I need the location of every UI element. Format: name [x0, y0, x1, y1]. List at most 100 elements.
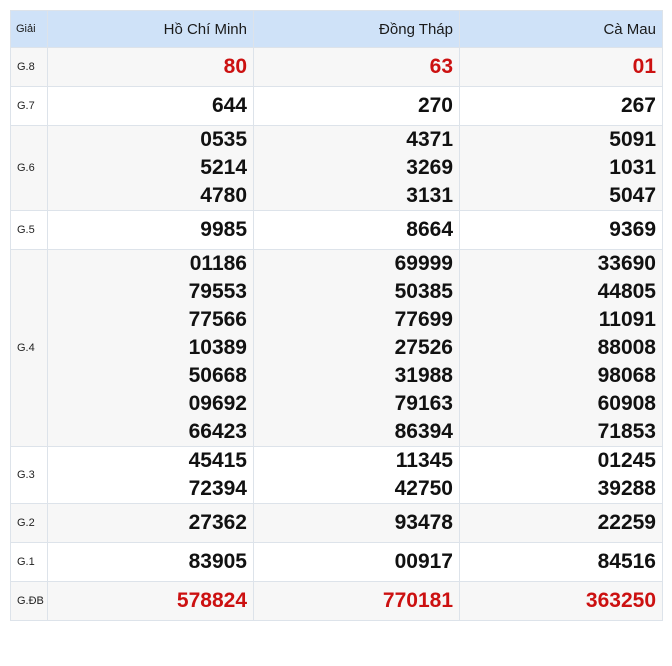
result-number: 10389	[188, 336, 247, 359]
result-number: 644	[211, 94, 247, 117]
table-row: G.4 01186 79553 77566 10389 50668 09692 66423 69…	[10, 249, 663, 447]
result-number: 5214	[200, 156, 247, 179]
result-number: 4780	[200, 184, 247, 207]
result-number: 33690	[597, 252, 656, 275]
result-number: 00917	[394, 550, 453, 573]
prize-label: G.7	[10, 86, 48, 126]
result-cell-ca-mau: 22259	[459, 503, 663, 543]
result-cell-ho-chi-minh: 9985	[47, 210, 254, 250]
result-cell-ca-mau: 01	[459, 47, 663, 87]
result-number: 50668	[188, 364, 247, 387]
prize-label: G.8	[10, 47, 48, 87]
result-number: 9985	[200, 218, 247, 241]
result-number: 77699	[394, 308, 453, 331]
table-row: G.2 27362 93478 22259	[10, 503, 663, 543]
result-number: 5047	[609, 184, 656, 207]
result-cell-ca-mau: 363250	[459, 581, 663, 621]
result-cell-ca-mau: 5091 1031 5047	[459, 125, 663, 211]
result-number: 01186	[189, 252, 247, 275]
result-cell-ca-mau: 01245 39288	[459, 446, 663, 504]
table-row: G.3 45415 72394 11345 42750 01245 39288	[10, 446, 663, 504]
result-cell-ho-chi-minh: 644	[47, 86, 254, 126]
result-cell-dong-thap: 770181	[253, 581, 460, 621]
result-cell-dong-thap: 00917	[253, 542, 460, 582]
result-cell-ho-chi-minh: 45415 72394	[47, 446, 254, 504]
result-cell-ca-mau: 267	[459, 86, 663, 126]
result-number: 09692	[188, 392, 247, 415]
result-number: 60908	[597, 392, 656, 415]
table-row: G.6 0535 5214 4780 4371 3269 3131 5091 1031 5047	[10, 125, 663, 211]
prize-label: G.2	[10, 503, 48, 543]
result-cell-dong-thap: 69999 50385 77699 27526 31988 79163 86394	[253, 249, 460, 447]
lottery-results-table: Giải Hồ Chí Minh Đồng Tháp Cà Mau G.8 80 6…	[10, 10, 663, 621]
table-row: G.1 83905 00917 84516	[10, 542, 663, 582]
province-header-ho-chi-minh[interactable]: Hồ Chí Minh	[47, 10, 254, 48]
results-body: G.8 80 63 01 G.7 644 270 267 G.6 0535 5214 4780 4371…	[10, 47, 663, 621]
result-cell-ho-chi-minh: 01186 79553 77566 10389 50668 09692 66423	[47, 249, 254, 447]
result-number: 79163	[394, 392, 453, 415]
result-number: 50385	[394, 280, 453, 303]
province-header-dong-thap[interactable]: Đồng Tháp	[253, 10, 460, 48]
result-number: 98068	[597, 364, 656, 387]
result-cell-dong-thap: 270	[253, 86, 460, 126]
result-number: 31988	[394, 364, 453, 387]
result-number: 79553	[188, 280, 247, 303]
result-number: 93478	[394, 511, 453, 534]
result-number: 80	[223, 55, 247, 78]
province-header-ca-mau[interactable]: Cà Mau	[459, 10, 663, 48]
result-number: 22259	[597, 511, 656, 534]
prize-label: G.ĐB	[10, 581, 48, 621]
result-number: 63	[429, 55, 453, 78]
result-number: 4371	[406, 128, 453, 151]
prize-label: G.3	[10, 446, 48, 504]
results-table-container: Giải Hồ Chí Minh Đồng Tháp Cà Mau G.8 80 6…	[10, 10, 663, 621]
result-number: 86394	[394, 420, 453, 443]
prize-label: G.4	[10, 249, 48, 447]
result-cell-ca-mau: 33690 44805 11091 88008 98068 60908 71853	[459, 249, 663, 447]
result-number: 66423	[188, 420, 247, 443]
result-cell-ca-mau: 84516	[459, 542, 663, 582]
result-number: 9369	[609, 218, 656, 241]
result-cell-dong-thap: 4371 3269 3131	[253, 125, 460, 211]
result-cell-ho-chi-minh: 80	[47, 47, 254, 87]
result-number: 45415	[188, 449, 247, 472]
result-number: 0535	[200, 128, 247, 151]
result-number: 770181	[382, 589, 453, 612]
result-number: 11091	[598, 308, 656, 331]
result-cell-dong-thap: 93478	[253, 503, 460, 543]
result-number: 69999	[394, 252, 453, 275]
result-number: 39288	[597, 477, 656, 500]
result-cell-dong-thap: 63	[253, 47, 460, 87]
result-number: 44805	[597, 280, 656, 303]
result-cell-dong-thap: 11345 42750	[253, 446, 460, 504]
result-number: 11345	[395, 449, 453, 472]
result-number: 42750	[394, 477, 453, 500]
table-row: G.5 9985 8664 9369	[10, 210, 663, 250]
table-row: G.8 80 63 01	[10, 47, 663, 87]
table-header: Giải Hồ Chí Minh Đồng Tháp Cà Mau	[10, 10, 663, 48]
result-number: 5091	[609, 128, 656, 151]
result-number: 84516	[597, 550, 656, 573]
prize-column-header: Giải	[10, 10, 48, 48]
result-number: 88008	[597, 336, 656, 359]
result-number: 3131	[406, 184, 453, 207]
result-number: 1031	[609, 156, 656, 179]
result-cell-ho-chi-minh: 27362	[47, 503, 254, 543]
prize-label: G.1	[10, 542, 48, 582]
result-number: 01245	[597, 449, 656, 472]
result-number: 72394	[188, 477, 247, 500]
result-number: 363250	[585, 589, 656, 612]
result-number: 8664	[406, 218, 453, 241]
table-row: G.7 644 270 267	[10, 86, 663, 126]
result-number: 27526	[394, 336, 453, 359]
result-cell-ho-chi-minh: 83905	[47, 542, 254, 582]
result-number: 01	[632, 55, 656, 78]
prize-label: G.6	[10, 125, 48, 211]
result-cell-dong-thap: 8664	[253, 210, 460, 250]
result-number: 3269	[406, 156, 453, 179]
prize-label: G.5	[10, 210, 48, 250]
result-cell-ho-chi-minh: 578824	[47, 581, 254, 621]
table-row: G.ĐB 578824 770181 363250	[10, 581, 663, 621]
result-number: 27362	[188, 511, 247, 534]
result-number: 270	[417, 94, 453, 117]
